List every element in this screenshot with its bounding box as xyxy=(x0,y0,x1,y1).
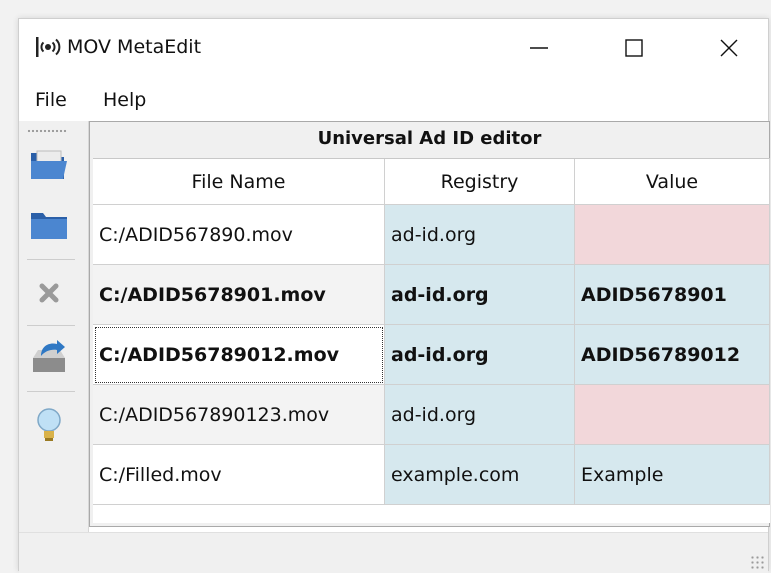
column-header-file-name[interactable]: File Name xyxy=(93,159,385,205)
title-bar: MOV MetaEdit xyxy=(19,19,768,77)
value-cell[interactable]: ADID56789012 xyxy=(575,325,770,385)
menu-help[interactable]: Help xyxy=(103,87,146,113)
ad-id-editor-panel: Universal Ad ID editor File Name Registr… xyxy=(89,121,770,527)
value-cell[interactable]: Example xyxy=(575,445,770,505)
table-row[interactable]: C:/ADID567890123.mov ad-id.org xyxy=(93,385,770,445)
value-cell[interactable] xyxy=(575,385,770,445)
hint-icon xyxy=(37,408,61,441)
table-row[interactable]: C:/Filled.mov example.com Example xyxy=(93,445,770,505)
file-name-cell[interactable]: C:/ADID567890123.mov xyxy=(93,385,385,445)
maximize-button[interactable] xyxy=(594,19,674,77)
registry-cell[interactable]: ad-id.org xyxy=(385,265,575,325)
close-icon xyxy=(720,39,738,57)
toolbar-separator xyxy=(27,259,75,260)
panel-title: Universal Ad ID editor xyxy=(317,128,542,149)
open-folder-icon xyxy=(31,213,67,239)
minimize-icon xyxy=(530,47,548,49)
save-icon xyxy=(33,340,65,372)
registry-cell[interactable]: example.com xyxy=(385,445,575,505)
broadcast-icon xyxy=(36,37,61,57)
toolbar-separator xyxy=(27,391,75,392)
registry-cell[interactable]: ad-id.org xyxy=(385,385,575,445)
registry-cell[interactable]: ad-id.org xyxy=(385,325,575,385)
table-row[interactable]: C:/ADID5678901.mov ad-id.org ADID5678901 xyxy=(93,265,770,325)
remove-button[interactable] xyxy=(27,271,71,315)
file-name-cell[interactable]: C:/Filled.mov xyxy=(93,445,385,505)
files-table: File Name Registry Value C:/ADID567890.m… xyxy=(93,158,770,523)
file-name-cell[interactable]: C:/ADID56789012.mov xyxy=(93,325,385,385)
app-window: MOV MetaEdit File Help Universal Ad ID e… xyxy=(18,18,770,573)
table-row[interactable]: C:/ADID56789012.mov ad-id.org ADID567890… xyxy=(93,325,770,385)
value-cell[interactable] xyxy=(575,205,770,265)
column-header-registry[interactable]: Registry xyxy=(385,159,575,205)
value-cell[interactable]: ADID5678901 xyxy=(575,265,770,325)
menu-bar: File Help xyxy=(19,83,768,117)
close-button[interactable] xyxy=(689,19,769,77)
open-file-button[interactable] xyxy=(27,143,71,187)
resize-grip[interactable] xyxy=(750,555,764,569)
save-button[interactable] xyxy=(27,335,71,379)
maximize-icon xyxy=(625,39,643,57)
file-name-cell[interactable]: C:/ADID567890.mov xyxy=(93,205,385,265)
file-name-cell[interactable]: C:/ADID5678901.mov xyxy=(93,265,385,325)
status-bar xyxy=(19,532,768,573)
toolbar xyxy=(19,121,89,541)
hint-button[interactable] xyxy=(27,403,71,447)
column-header-value[interactable]: Value xyxy=(575,159,770,205)
remove-icon xyxy=(39,283,59,303)
open-file-icon xyxy=(31,150,67,179)
toolbar-separator xyxy=(27,325,75,326)
menu-file[interactable]: File xyxy=(35,87,67,113)
window-title: MOV MetaEdit xyxy=(67,36,202,58)
minimize-button[interactable] xyxy=(499,19,579,77)
table-header: File Name Registry Value xyxy=(93,159,770,205)
toolbar-grip[interactable] xyxy=(27,129,67,133)
registry-cell[interactable]: ad-id.org xyxy=(385,205,575,265)
table-row[interactable]: C:/ADID567890.mov ad-id.org xyxy=(93,205,770,265)
open-folder-button[interactable] xyxy=(27,203,71,247)
